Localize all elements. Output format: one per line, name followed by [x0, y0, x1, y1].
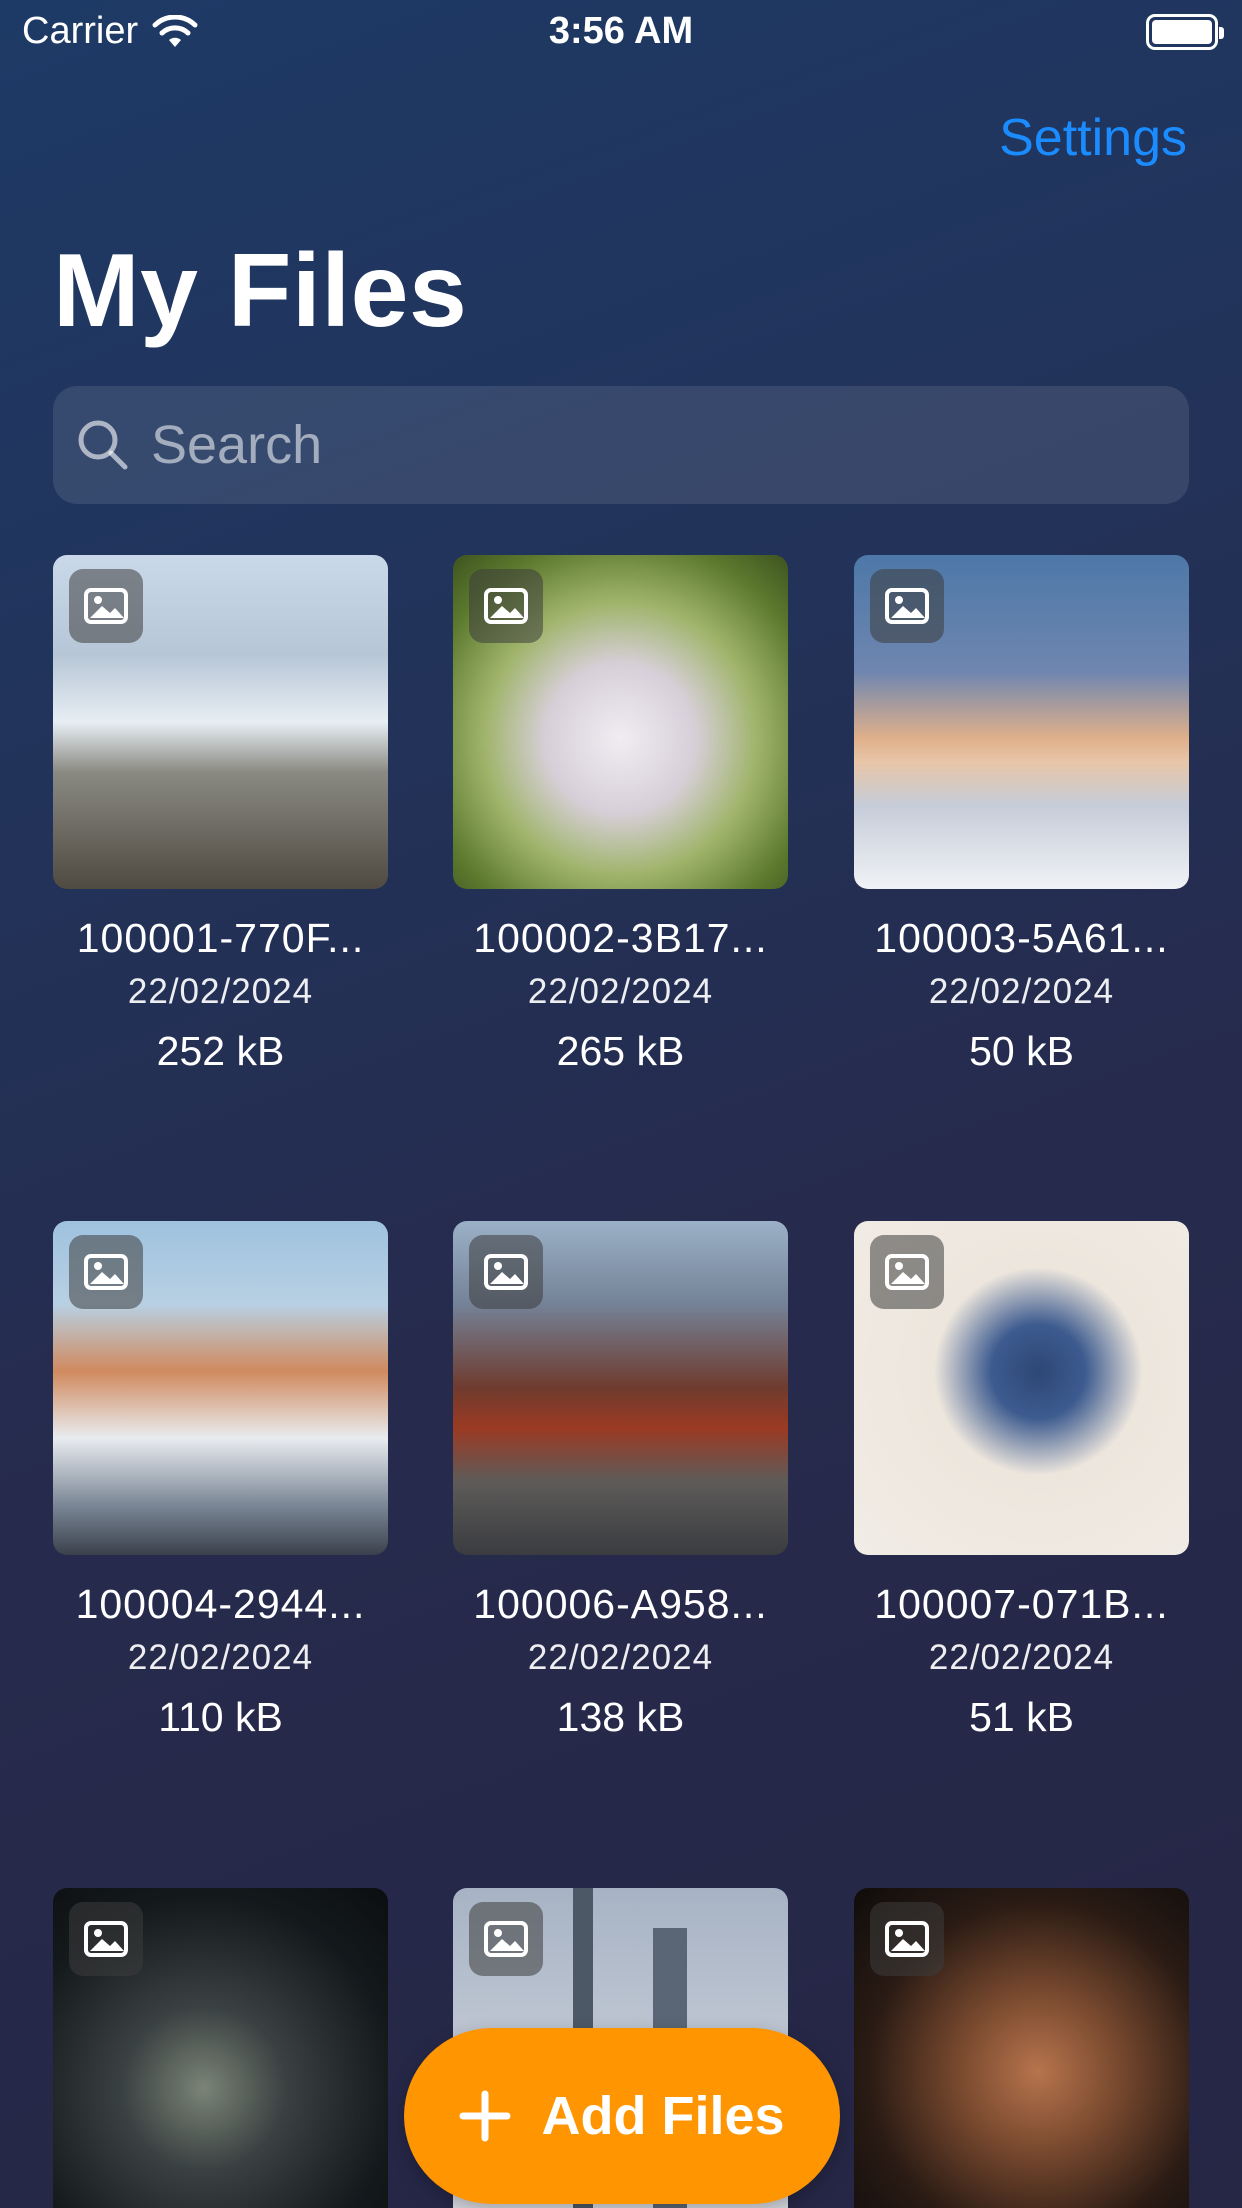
photo-icon: [870, 569, 944, 643]
battery-icon: [1146, 14, 1224, 50]
file-card[interactable]: [53, 1888, 388, 2208]
file-card[interactable]: [854, 1888, 1189, 2208]
file-name: 100002-3B17...: [473, 915, 768, 961]
file-thumbnail[interactable]: [53, 1221, 388, 1555]
status-time: 3:56 AM: [548, 10, 694, 52]
file-name: 100001-770F...: [76, 915, 365, 961]
photo-icon: [870, 1902, 944, 1976]
file-thumbnail[interactable]: [453, 1221, 788, 1555]
photo-icon: [69, 1902, 143, 1976]
file-thumbnail[interactable]: [53, 1888, 388, 2208]
file-date: 22/02/2024: [527, 1638, 714, 1677]
add-files-label: Add Files: [541, 2086, 785, 2146]
file-date: 22/02/2024: [928, 972, 1115, 1011]
file-size: 51 kB: [969, 1694, 1074, 1740]
search-input[interactable]: [151, 414, 1151, 476]
file-card[interactable]: 100002-3B17... 22/02/2024 265 kB: [453, 555, 788, 1075]
file-size: 50 kB: [969, 1028, 1074, 1074]
file-size: 252 kB: [156, 1028, 285, 1074]
photo-icon: [69, 1235, 143, 1309]
file-size: 110 kB: [158, 1694, 283, 1740]
file-thumbnail[interactable]: [53, 555, 388, 889]
file-date: 22/02/2024: [928, 1638, 1115, 1677]
status-bar: Carrier 3:56 AM: [0, 0, 1242, 66]
search-bar[interactable]: [53, 386, 1189, 504]
photo-icon: [469, 1902, 543, 1976]
photo-icon: [469, 1235, 543, 1309]
file-card[interactable]: 100004-2944... 22/02/2024 110 kB: [53, 1221, 388, 1741]
file-date: 22/02/2024: [127, 972, 314, 1011]
plus-icon: [459, 2090, 511, 2142]
file-thumbnail[interactable]: [854, 1888, 1189, 2208]
file-size: 265 kB: [556, 1028, 685, 1074]
page-title: My Files: [53, 233, 468, 349]
file-name: 100003-5A61...: [874, 915, 1169, 961]
file-date: 22/02/2024: [527, 972, 714, 1011]
file-card[interactable]: 100003-5A61... 22/02/2024 50 kB: [854, 555, 1189, 1075]
settings-button[interactable]: Settings: [999, 108, 1187, 168]
file-thumbnail[interactable]: [854, 555, 1189, 889]
file-date: 22/02/2024: [127, 1638, 314, 1677]
file-name: 100006-A958...: [473, 1581, 768, 1627]
file-thumbnail[interactable]: [854, 1221, 1189, 1555]
add-files-button[interactable]: Add Files: [404, 2028, 840, 2204]
file-card[interactable]: 100007-071B... 22/02/2024 51 kB: [854, 1221, 1189, 1741]
file-thumbnail[interactable]: [453, 555, 788, 889]
file-grid: 100001-770F... 22/02/2024 252 kB 100002-…: [53, 555, 1189, 2208]
search-icon: [78, 420, 128, 470]
photo-icon: [69, 569, 143, 643]
photo-icon: [469, 569, 543, 643]
file-name: 100004-2944...: [75, 1581, 366, 1627]
file-size: 138 kB: [556, 1694, 685, 1740]
file-name: 100007-071B...: [874, 1581, 1169, 1627]
photo-icon: [870, 1235, 944, 1309]
file-card[interactable]: 100001-770F... 22/02/2024 252 kB: [53, 555, 388, 1075]
file-card[interactable]: 100006-A958... 22/02/2024 138 kB: [453, 1221, 788, 1741]
